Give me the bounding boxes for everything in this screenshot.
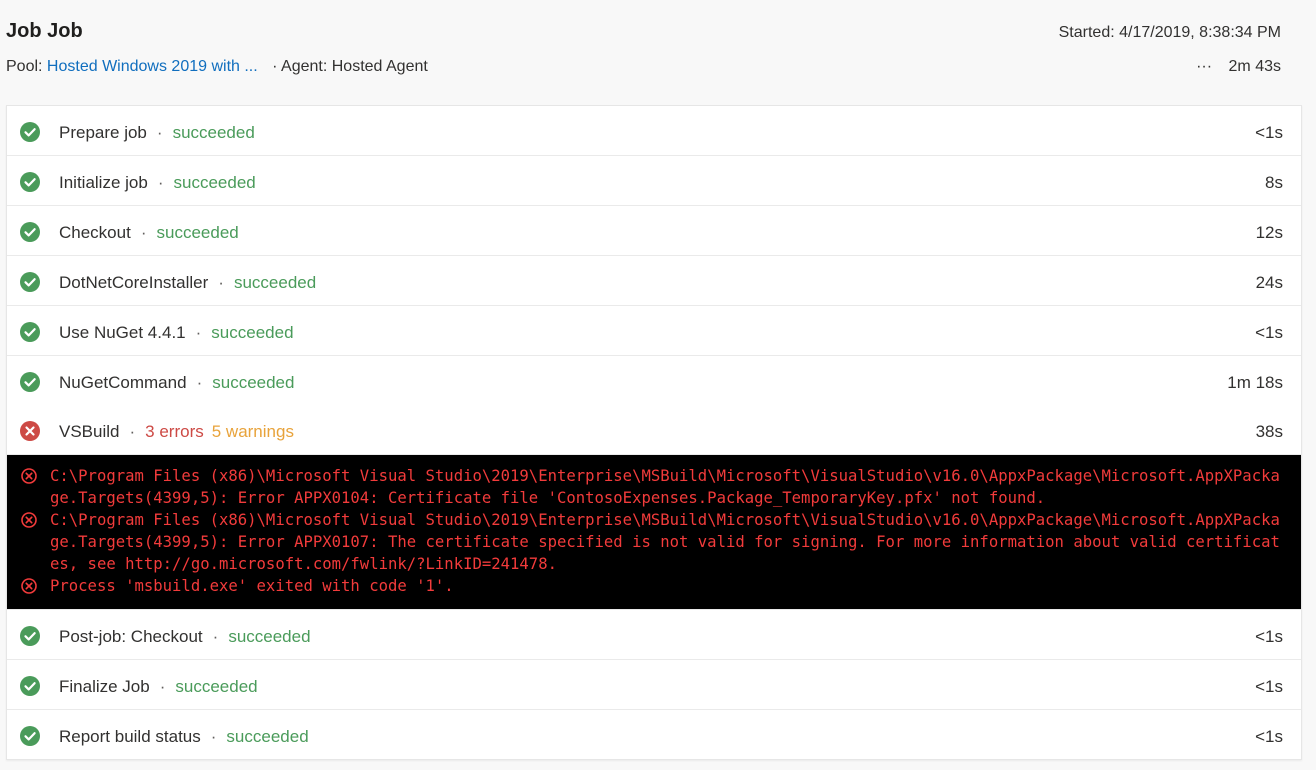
- step-status: succeeded: [211, 323, 294, 342]
- step-duration: 24s: [1255, 273, 1283, 292]
- step-duration: <1s: [1255, 727, 1283, 746]
- pool-label: Pool:: [6, 58, 43, 75]
- success-check-icon: [20, 322, 40, 342]
- step-duration: 8s: [1265, 173, 1283, 192]
- step-label: Initialize job · succeeded: [59, 173, 256, 192]
- step-label: Prepare job · succeeded: [59, 123, 255, 142]
- step-label: DotNetCoreInstaller · succeeded: [59, 273, 317, 292]
- step-name: Checkout: [59, 223, 131, 242]
- step-status: succeeded: [233, 273, 317, 292]
- step-label: Checkout · succeeded: [59, 223, 239, 242]
- step-duration: <1s: [1255, 677, 1283, 696]
- step-label: NuGetCommand · succeeded: [59, 373, 295, 392]
- step-status: succeeded: [228, 627, 311, 646]
- step-row[interactable]: Post-job: Checkout · succeeded <1s: [7, 610, 1301, 660]
- error-log-panel: C:\Program Files (x86)\Microsoft Visual …: [7, 455, 1301, 610]
- agent-label: · Agent: Hosted Agent: [272, 58, 428, 75]
- step-name: Finalize Job: [59, 677, 150, 696]
- step-row[interactable]: Use NuGet 4.4.1 · succeeded <1s: [7, 306, 1301, 356]
- error-icon: [20, 421, 40, 441]
- step-label: Finalize Job · succeeded: [59, 677, 258, 696]
- step-row[interactable]: Prepare job · succeeded <1s: [7, 106, 1301, 156]
- step-status: succeeded: [175, 677, 258, 696]
- success-check-icon: [20, 726, 40, 746]
- started-time: Started: 4/17/2019, 8:38:34 PM: [1058, 24, 1281, 41]
- error-count: 3 errors: [145, 422, 204, 441]
- more-options-icon[interactable]: ···: [1196, 58, 1212, 75]
- error-icon: [21, 468, 37, 484]
- step-row[interactable]: Initialize job · succeeded 8s: [7, 156, 1301, 206]
- step-duration: <1s: [1255, 627, 1283, 646]
- error-log-text: Process 'msbuild.exe' exited with code '…: [50, 577, 454, 595]
- step-name: VSBuild: [59, 422, 120, 441]
- job-duration-line: ··· 2m 43s: [1196, 58, 1281, 76]
- step-name: Post-job: Checkout: [59, 627, 203, 646]
- job-title: Job Job: [6, 20, 83, 42]
- step-duration: 1m 18s: [1227, 373, 1283, 392]
- step-row[interactable]: NuGetCommand · succeeded 1m 18s: [7, 356, 1301, 405]
- success-check-icon: [20, 122, 40, 142]
- step-duration: <1s: [1255, 123, 1283, 142]
- error-log-text: C:\Program Files (x86)\Microsoft Visual …: [50, 511, 1280, 573]
- step-label: VSBuild · 3 errors 5 warnings: [59, 422, 294, 441]
- step-status: succeeded: [226, 727, 309, 746]
- error-icon: [21, 578, 37, 594]
- success-check-icon: [20, 372, 40, 392]
- error-log-line: Process 'msbuild.exe' exited with code '…: [21, 575, 1283, 597]
- step-row[interactable]: DotNetCoreInstaller · succeeded 24s: [7, 256, 1301, 306]
- job-steps-list: Prepare job · succeeded <1s Initialize job · s…: [6, 105, 1302, 760]
- total-duration: 2m 43s: [1228, 58, 1281, 75]
- step-status: succeeded: [172, 123, 255, 142]
- step-row[interactable]: Checkout · succeeded 12s: [7, 206, 1301, 256]
- success-check-icon: [20, 626, 40, 646]
- pool-link[interactable]: Hosted Windows 2019 with ...: [47, 58, 258, 75]
- step-label: Use NuGet 4.4.1 · succeeded: [59, 323, 294, 342]
- step-row-failed[interactable]: VSBuild · 3 errors 5 warnings 38s: [7, 405, 1301, 455]
- step-label: Report build status · succeeded: [59, 727, 309, 746]
- step-name: NuGetCommand: [59, 373, 187, 392]
- step-name: Prepare job: [59, 123, 147, 142]
- step-duration: 12s: [1255, 223, 1283, 242]
- error-log-text: C:\Program Files (x86)\Microsoft Visual …: [50, 467, 1280, 507]
- step-status: succeeded: [156, 223, 239, 242]
- step-row[interactable]: Finalize Job · succeeded <1s: [7, 660, 1301, 710]
- success-check-icon: [20, 676, 40, 696]
- step-duration: 38s: [1255, 422, 1283, 441]
- step-name: DotNetCoreInstaller: [59, 273, 209, 292]
- error-log-line: C:\Program Files (x86)\Microsoft Visual …: [21, 465, 1283, 509]
- job-meta: Pool: Hosted Windows 2019 with ... · Age…: [6, 58, 428, 76]
- success-check-icon: [20, 222, 40, 242]
- step-duration: <1s: [1255, 323, 1283, 342]
- step-name: Report build status: [59, 727, 201, 746]
- job-header: Job Job Pool: Hosted Windows 2019 with .…: [0, 0, 1316, 100]
- step-status: succeeded: [212, 373, 295, 392]
- step-name: Use NuGet 4.4.1: [59, 323, 186, 342]
- success-check-icon: [20, 172, 40, 192]
- error-icon: [21, 512, 37, 528]
- warning-count: 5 warnings: [211, 422, 294, 441]
- step-name: Initialize job: [59, 173, 148, 192]
- success-check-icon: [20, 272, 40, 292]
- step-row[interactable]: Report build status · succeeded <1s: [7, 710, 1301, 759]
- step-label: Post-job: Checkout · succeeded: [59, 627, 311, 646]
- step-status: succeeded: [173, 173, 256, 192]
- error-log-line: C:\Program Files (x86)\Microsoft Visual …: [21, 509, 1283, 575]
